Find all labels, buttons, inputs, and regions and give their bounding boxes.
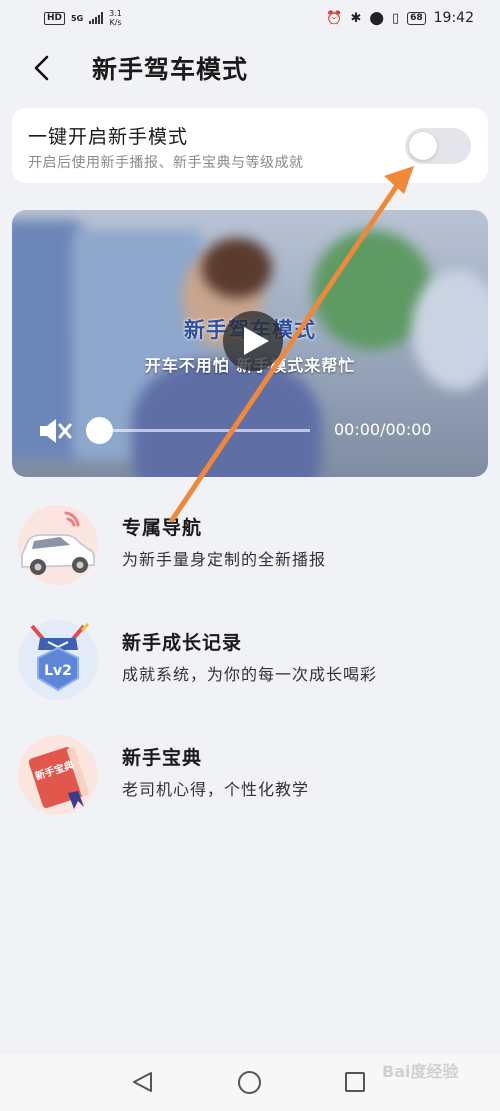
feature-handbook[interactable]: 新手宝典 新手宝典 老司机心得，个性化教学	[0, 735, 500, 815]
badge-text: Lv2	[44, 663, 72, 679]
watermark: Bai度经验	[382, 1062, 459, 1081]
seek-handle[interactable]	[86, 417, 113, 444]
badge-illustration: Lv2	[30, 622, 90, 692]
page-header: 新手驾车模式	[0, 36, 500, 98]
bluetooth-icon: ✱	[350, 10, 362, 26]
car-icon	[18, 505, 98, 585]
feature-desc: 为新手量身定制的全新播报	[122, 550, 327, 569]
feature-title: 新手成长记录	[122, 632, 243, 654]
seek-bar[interactable]	[100, 429, 310, 432]
nav-back-icon[interactable]	[131, 1071, 153, 1093]
novice-mode-subtitle: 开启后使用新手播报、新手宝典与等级成就	[28, 155, 304, 171]
network-type: 5G	[71, 13, 84, 23]
switch-knob	[409, 132, 437, 160]
hd-indicator: HD	[44, 11, 66, 25]
location-icon: ⬤	[369, 10, 384, 26]
novice-mode-switch[interactable]	[405, 128, 471, 164]
battery-indicator: 68	[407, 11, 426, 25]
novice-mode-title: 一键开启新手模式	[28, 126, 189, 148]
mute-icon[interactable]	[38, 416, 72, 446]
play-icon	[244, 327, 269, 355]
clock: 19:42	[433, 10, 474, 26]
signal-icon	[89, 12, 104, 24]
car-illustration	[21, 511, 95, 575]
video-person-blob	[132, 360, 322, 477]
feature-title: 新手宝典	[122, 747, 203, 769]
status-bar: HD 5G 3.1 K/s ⏰ ✱ ⬤ ▯ 68 19:42	[0, 0, 500, 36]
video-person-blob	[202, 238, 272, 298]
feature-desc: 老司机心得，个性化教学	[122, 780, 310, 799]
book-icon: 新手宝典	[18, 735, 98, 815]
back-arrow-icon[interactable]	[28, 54, 56, 82]
nav-recents-icon[interactable]	[345, 1072, 365, 1092]
status-right: ⏰ ✱ ⬤ ▯ 68 19:42	[326, 10, 474, 26]
play-button[interactable]	[223, 311, 283, 371]
book-illustration: 新手宝典	[28, 747, 89, 809]
speed-value: 3.1	[109, 9, 122, 18]
lv2-badge-icon: Lv2	[18, 620, 98, 700]
vibrate-icon: ▯	[391, 10, 400, 26]
speed-unit: K/s	[109, 18, 122, 27]
network-speed: 3.1 K/s	[109, 9, 122, 27]
novice-mode-card: 一键开启新手模式 开启后使用新手播报、新手宝典与等级成就	[12, 108, 488, 183]
feature-desc: 成就系统，为你的每一次成长喝彩	[122, 665, 378, 684]
alarm-icon: ⏰	[326, 10, 343, 26]
intro-video[interactable]: 新手驾车模式 开车不用怕 新手模式来帮忙 00:00/00:00	[12, 210, 488, 477]
feature-growth-record[interactable]: Lv2 新手成长记录 成就系统，为你的每一次成长喝彩	[0, 620, 500, 700]
feature-navigation[interactable]: 专属导航 为新手量身定制的全新播报	[0, 505, 500, 585]
video-time: 00:00/00:00	[334, 420, 432, 439]
page-title: 新手驾车模式	[92, 55, 249, 84]
feature-title: 专属导航	[122, 517, 203, 539]
nav-home-icon[interactable]	[238, 1071, 261, 1094]
status-left: HD 5G 3.1 K/s	[44, 9, 122, 27]
